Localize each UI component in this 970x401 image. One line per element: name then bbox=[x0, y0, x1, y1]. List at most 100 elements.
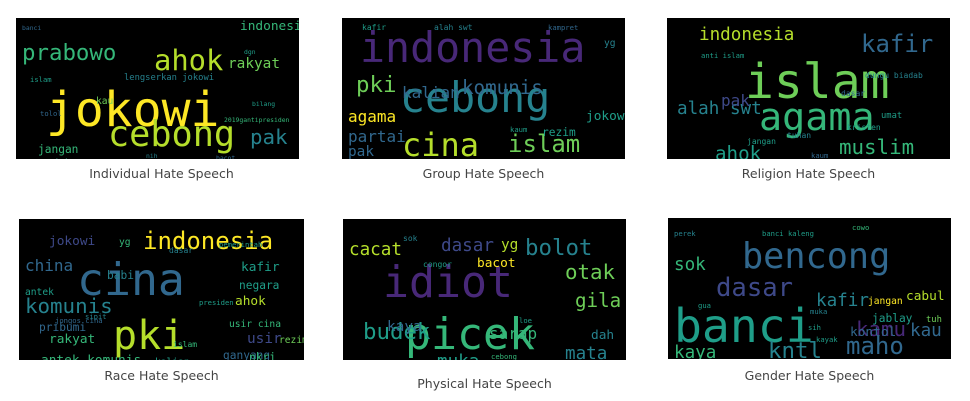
word-kaum: kaum bbox=[510, 125, 527, 134]
word-mata: mata bbox=[565, 344, 607, 360]
word-kafir: kafir bbox=[241, 260, 280, 275]
word-tuh: tuh bbox=[926, 315, 942, 325]
word-2019gantipresiden: 2019gantipresiden bbox=[224, 116, 290, 124]
word-nkri: nkri bbox=[249, 351, 276, 360]
word-kaya: kaya bbox=[387, 319, 422, 335]
word-kalian: kalian bbox=[402, 83, 460, 102]
wordcloud-svg: islamagamakafirmuslimindonesiaahokalah s… bbox=[677, 25, 933, 159]
word-cina: cina bbox=[402, 126, 479, 159]
word-banci-kaleng: banci kaleng bbox=[762, 229, 814, 238]
word-bacot: bacot bbox=[216, 154, 235, 159]
caption-gender: Gender Hate Speech bbox=[744, 368, 875, 383]
word-muka: muka bbox=[810, 307, 827, 316]
word-muka: muka bbox=[437, 352, 479, 360]
caption-physical: Physical Hate Speech bbox=[417, 376, 552, 391]
word-komunis: komunis bbox=[462, 76, 543, 99]
word-kntl: kntl bbox=[768, 338, 822, 359]
wordcloud-svg: jokowicebongahokprabowopakrakyatindonesi… bbox=[22, 19, 299, 159]
word-kayak: kayak bbox=[816, 335, 838, 344]
wordcloud-physical: idiotpicekbolotbudekotakgilamatamukacaca… bbox=[343, 219, 626, 360]
word-jangan: jangan bbox=[868, 296, 903, 307]
word-indonesia: indonesia bbox=[699, 25, 794, 45]
word-anti-islam: anti islam bbox=[701, 51, 744, 60]
word-alah-swt: alah swt bbox=[434, 23, 473, 32]
word-cebong: cebong bbox=[491, 352, 517, 360]
word-presiden: presiden bbox=[22, 157, 84, 159]
wordcloud-gender: banci bencong dasar maho kntl kamu kafir kaya so… bbox=[668, 218, 951, 359]
word-rezim: rezim bbox=[279, 335, 304, 346]
word-cabul: cabul bbox=[906, 289, 945, 304]
word-dasar: dasar bbox=[841, 89, 865, 98]
word-yg: yg bbox=[604, 38, 616, 49]
word-bilang: bilang bbox=[252, 100, 275, 108]
word-jokowi: jokowi bbox=[586, 109, 625, 124]
word-bencong: bencong bbox=[742, 236, 890, 277]
word-dasar: dasar bbox=[441, 236, 494, 256]
word-muslim: muslim bbox=[839, 135, 914, 159]
word-nih: nih bbox=[146, 152, 158, 159]
word-lengserkan-jokowi: lengserkan jokowi bbox=[124, 73, 214, 83]
word-sih: sih bbox=[808, 323, 821, 332]
word-tolol: tolol bbox=[40, 109, 62, 118]
word-antek: antek bbox=[25, 287, 54, 298]
word-usir: usir bbox=[247, 331, 282, 347]
word-dah: dah bbox=[591, 328, 614, 343]
word-rakyat: rakyat bbox=[49, 332, 95, 347]
wordcloud-race: cinapkiindonesiakomunischinakafirjokowia… bbox=[19, 219, 304, 360]
wordcloud-group: indonesia cebong cina islam komunis pki kalian… bbox=[342, 18, 625, 159]
word-rakyat: rakyat bbox=[228, 56, 280, 72]
wordcloud-individual: jokowi cebong ahok prabowo pak rakyat indonesi… bbox=[16, 18, 299, 159]
word-kafir: kafir bbox=[362, 23, 386, 32]
word-agama: agama bbox=[348, 107, 396, 126]
word-islam: islam bbox=[30, 75, 52, 84]
word-gua: gua bbox=[698, 301, 711, 310]
word-pak: pak bbox=[348, 144, 374, 159]
word-dasar: dasar bbox=[716, 273, 793, 303]
word-kampret: kampret bbox=[548, 23, 578, 32]
word-jangan: jangan bbox=[38, 143, 78, 156]
word-pemerintah: pemerintah bbox=[219, 240, 262, 249]
word-kau: kau bbox=[96, 96, 113, 107]
word-china: china bbox=[25, 256, 73, 275]
caption-religion: Religion Hate Speech bbox=[741, 166, 876, 181]
caption-group: Group Hate Speech bbox=[422, 166, 545, 181]
word-congor: congor bbox=[423, 260, 452, 269]
word-yg: yg bbox=[119, 237, 131, 248]
word-rezim: rezim bbox=[542, 126, 576, 139]
wordcloud-svg: cinapkiindonesiakomunischinakafirjokowia… bbox=[25, 227, 304, 360]
word-sarap: sarap bbox=[489, 324, 537, 343]
word-antek-komunis: antek komunis bbox=[41, 353, 141, 360]
word-pak: pak bbox=[250, 125, 288, 149]
word-perek: perek bbox=[674, 229, 696, 238]
word-gila: gila bbox=[575, 289, 621, 312]
wordcloud-svg: idiotpicekbolotbudekotakgilamatamukacaca… bbox=[349, 234, 621, 360]
word-agama: agama bbox=[759, 95, 875, 140]
word-loe: loe bbox=[519, 316, 532, 325]
word-kristen: kristen bbox=[847, 123, 881, 132]
word-cacat: cacat bbox=[349, 240, 402, 260]
word-negara: negara bbox=[239, 279, 279, 292]
word-presiden: presiden bbox=[199, 298, 234, 307]
word-jokowi: jokowi bbox=[49, 234, 95, 249]
word-dasar: dasar bbox=[169, 246, 193, 255]
word-ahok: ahok bbox=[154, 43, 223, 77]
caption-race: Race Hate Speech bbox=[104, 368, 219, 383]
word-tuhan: tuhan bbox=[787, 131, 811, 140]
word-yg: yg bbox=[501, 237, 518, 253]
word-otak: otak bbox=[565, 260, 616, 284]
word-babi: babi bbox=[107, 269, 134, 282]
word-dgn: dgn bbox=[244, 48, 256, 56]
word-kaya: kaya bbox=[674, 343, 716, 359]
word-prabowo: prabowo bbox=[22, 40, 116, 66]
word-kontol: kontol bbox=[850, 325, 896, 340]
word-jablay: jablay bbox=[872, 312, 913, 325]
word-indonesia: indonesia bbox=[240, 19, 299, 34]
word-dungu-biadab: dungu biadab bbox=[865, 71, 923, 80]
word-pki: pki bbox=[356, 72, 396, 98]
word-kaum: kaum bbox=[811, 151, 828, 159]
word-bolot: bolot bbox=[525, 235, 592, 261]
word-usir-cina: usir cina bbox=[229, 319, 281, 330]
word-islam: islam bbox=[173, 340, 197, 349]
word-bacot: bacot bbox=[477, 256, 516, 271]
word-sipit: sipit bbox=[85, 312, 107, 321]
